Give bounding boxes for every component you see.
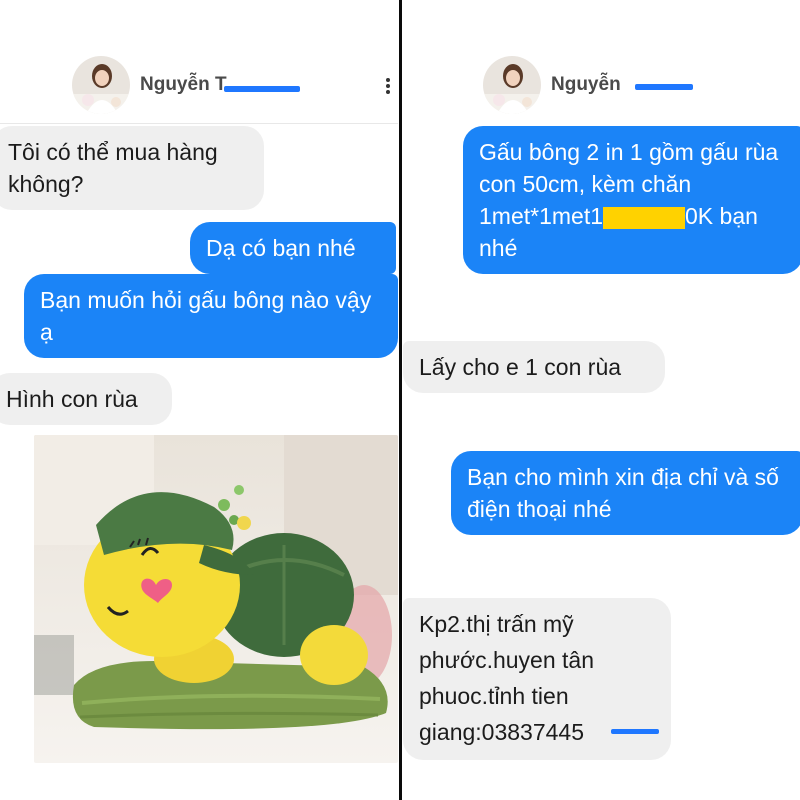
contact-avatar[interactable] [72,56,130,114]
avatar-photo-icon [483,56,541,114]
more-options-icon[interactable] [383,76,393,98]
price-redaction [603,206,686,229]
message-bubble-outgoing: Bạn muốn hỏi gấu bông nào vậy ạ [24,274,398,358]
right-chat-screenshot: Nguyễn Gấu bông 2 in 1 gồm gấu rùa con 5… [403,0,800,800]
message-bubble-outgoing: Dạ có bạn nhé [190,222,396,274]
message-bubble-outgoing: Bạn cho mình xin địa chỉ và số điện thoạ… [451,451,800,535]
turtle-plush-image [34,435,398,763]
name-redaction [635,84,693,90]
phone-redaction [611,729,659,734]
contact-name[interactable]: Nguyễn [551,74,621,96]
left-chat-screenshot: Nguyễn T Tôi có thể mua hàng không? Dạ c… [0,0,398,800]
turtle-plush-photo[interactable] [34,435,398,763]
message-bubble-incoming: Lấy cho e 1 con rùa [403,341,665,393]
contact-avatar[interactable] [483,56,541,114]
name-redaction [224,86,300,92]
message-bubble-outgoing: Gấu bông 2 in 1 gồm gấu rùa con 50cm, kè… [463,126,800,274]
message-bubble-incoming: Hình con rùa [0,373,172,425]
contact-name[interactable]: Nguyễn T [140,74,227,96]
message-bubble-incoming: Kp2.thị trấn mỹ phước.huyen tân phuoc.tỉ… [403,598,671,760]
chat-header: Nguyễn T [0,40,398,124]
message-bubble-incoming: Tôi có thể mua hàng không? [0,126,264,210]
avatar-photo-icon [72,56,130,114]
message-text: Kp2.thị trấn mỹ phước.huyen tân phuoc.tỉ… [419,611,594,745]
chat-header: Nguyễn [403,40,800,124]
